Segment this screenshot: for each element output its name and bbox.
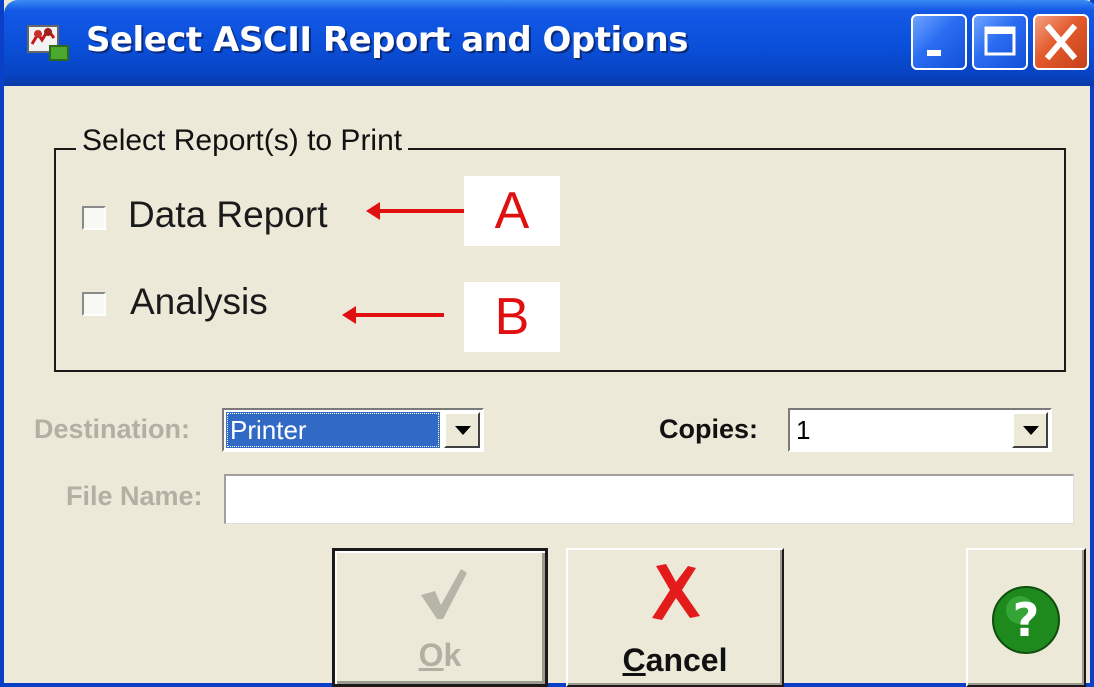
- close-button[interactable]: [1033, 14, 1089, 70]
- app-icon: [27, 25, 69, 61]
- copies-select[interactable]: 1: [788, 408, 1052, 452]
- data-report-label[interactable]: Data Report: [128, 194, 328, 236]
- annotation-arrow-b: [342, 306, 444, 324]
- chevron-down-icon: [1023, 426, 1039, 435]
- file-name-input[interactable]: [224, 474, 1074, 524]
- ok-button[interactable]: Ok: [332, 548, 548, 687]
- question-mark-icon: ?: [992, 586, 1060, 654]
- maximize-icon: [984, 26, 1016, 56]
- copies-dropdown-button[interactable]: [1012, 412, 1048, 448]
- ok-label: Ok: [418, 637, 462, 673]
- report-groupbox: [54, 148, 1066, 372]
- checkmark-icon: [421, 569, 467, 619]
- close-icon: [1044, 23, 1078, 61]
- maximize-button[interactable]: [972, 14, 1028, 70]
- annotation-label-b: B: [464, 282, 560, 352]
- title-bar[interactable]: Select ASCII Report and Options: [4, 0, 1094, 86]
- analysis-checkbox[interactable]: [82, 292, 106, 316]
- svg-text:?: ?: [1013, 593, 1040, 647]
- cancel-label: Cancel: [622, 642, 728, 678]
- destination-label: Destination:: [34, 414, 191, 444]
- dialog-window: Select ASCII Report and Options Select R…: [0, 0, 1094, 687]
- annotation-arrow-a: [366, 202, 468, 220]
- annotation-label-a: A: [464, 176, 560, 246]
- cancel-button[interactable]: Cancel: [566, 548, 784, 687]
- red-x-icon: [652, 564, 700, 620]
- report-group-label: Select Report(s) to Print: [76, 124, 409, 158]
- destination-select[interactable]: Printer: [222, 408, 484, 452]
- analysis-label[interactable]: Analysis: [130, 281, 268, 323]
- file-name-label: File Name:: [66, 481, 203, 511]
- copies-value: 1: [796, 415, 811, 445]
- chevron-down-icon: [455, 426, 471, 435]
- window-title: Select ASCII Report and Options: [86, 20, 688, 60]
- minimize-icon: [927, 50, 941, 56]
- minimize-button[interactable]: [911, 14, 967, 70]
- data-report-checkbox[interactable]: [82, 206, 106, 230]
- copies-label: Copies:: [659, 414, 759, 444]
- help-button[interactable]: ?: [966, 548, 1086, 687]
- destination-dropdown-button[interactable]: [444, 412, 480, 448]
- destination-value: Printer: [226, 412, 440, 448]
